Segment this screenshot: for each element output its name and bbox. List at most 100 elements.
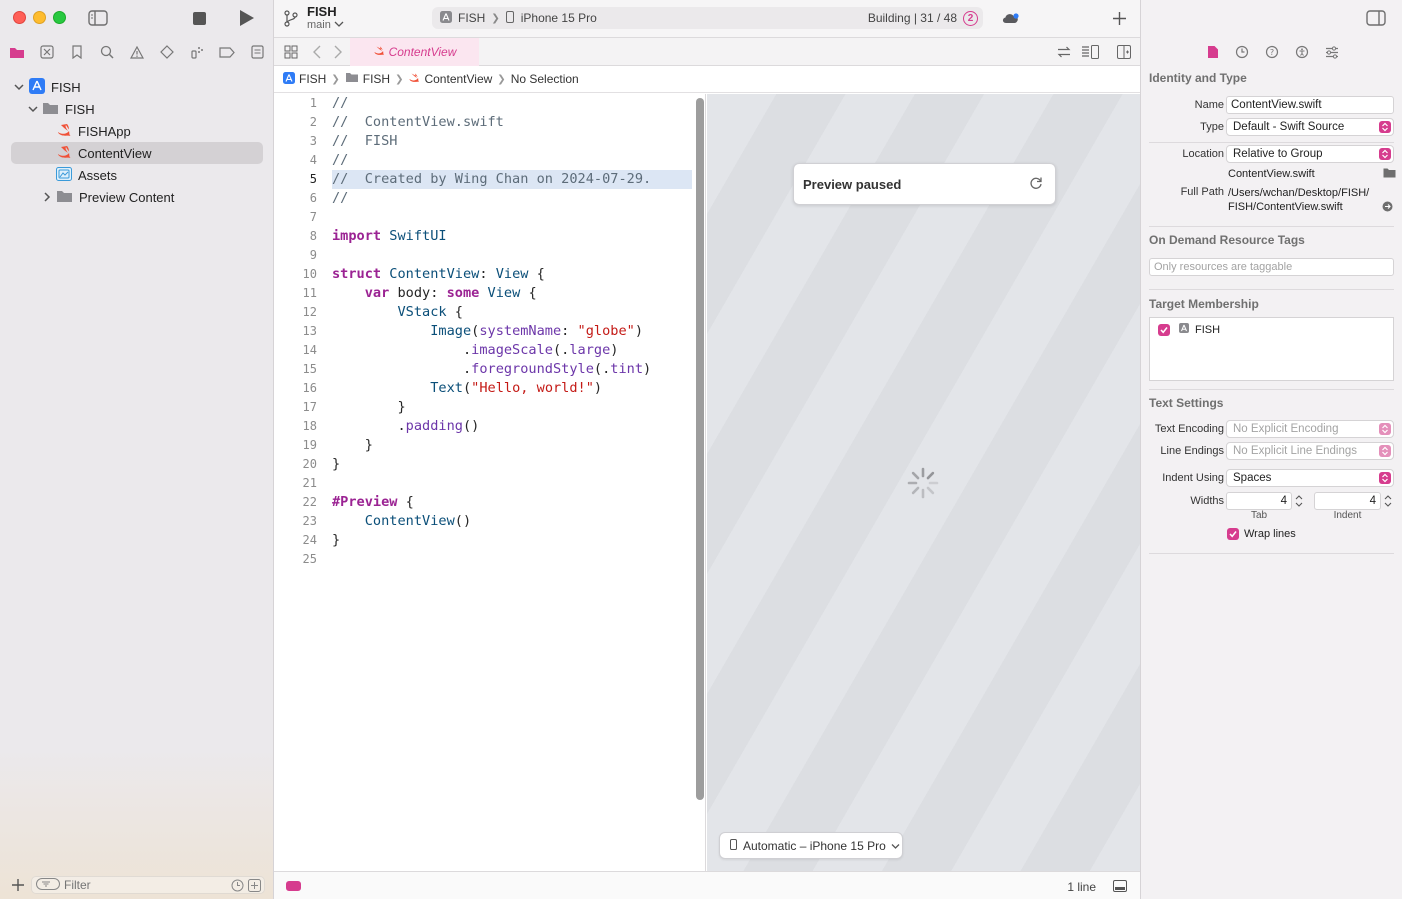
tab-contentview[interactable]: ContentView (350, 38, 479, 66)
add-icon[interactable] (1112, 11, 1126, 25)
odr-tags-field[interactable]: Only resources are taggable (1149, 258, 1394, 276)
jumpbar-group[interactable]: FISH (345, 72, 390, 86)
related-items-icon[interactable] (283, 44, 299, 60)
scheme-selector[interactable]: FISH (458, 11, 485, 25)
swap-icon[interactable] (1056, 45, 1072, 59)
warning-icon[interactable] (128, 43, 146, 61)
tab-width-field[interactable]: 4 (1226, 492, 1292, 510)
indent-width-stepper-icon[interactable] (1383, 492, 1393, 510)
chevron-down-icon[interactable] (28, 104, 38, 114)
code-line[interactable]: 20} (274, 455, 705, 474)
filter-field[interactable] (31, 876, 265, 894)
jumpbar-symbol[interactable]: No Selection (511, 72, 579, 86)
code-line[interactable]: 10 struct ContentView: View { (274, 265, 705, 284)
source-control-icon[interactable] (38, 43, 56, 61)
checkmark-icon[interactable] (1158, 323, 1170, 336)
editor-scrollbar[interactable] (696, 98, 704, 800)
run-button[interactable] (238, 10, 254, 26)
destination-selector[interactable]: iPhone 15 Pro (521, 11, 597, 25)
forward-arrow-icon[interactable] (332, 44, 344, 60)
window-close-button[interactable] (13, 11, 26, 24)
code-line[interactable]: 17 } (274, 398, 705, 417)
jumpbar-project[interactable]: FISH (283, 71, 326, 87)
tree-item-project[interactable]: FISH (14, 76, 264, 98)
code-line[interactable]: 22 #Preview { (274, 493, 705, 512)
project-name[interactable]: FISH (307, 4, 337, 19)
tree-item-group-collapsed[interactable]: Preview Content (42, 186, 264, 208)
code-line[interactable]: 16 Text("Hello, world!") (274, 379, 705, 398)
stop-button[interactable] (192, 11, 206, 25)
code-line[interactable]: 1 // (274, 94, 705, 113)
code-line[interactable]: 3 // FISH (274, 132, 705, 151)
text-encoding-popup[interactable]: No Explicit Encoding (1226, 420, 1394, 438)
refresh-icon[interactable] (1029, 176, 1043, 193)
source-editor[interactable]: 1 // 2 // ContentView.swift 3 // FISH 4 // 5 // C… (274, 94, 706, 871)
debug-area-toggle-icon[interactable] (1112, 879, 1128, 893)
code-line[interactable]: 25 (274, 550, 705, 569)
cloud-icon[interactable] (1001, 10, 1021, 26)
accessibility-inspector-icon[interactable] (1293, 43, 1311, 61)
code-line[interactable]: 8 import SwiftUI (274, 227, 705, 246)
search-icon[interactable] (98, 43, 116, 61)
preview-device-selector[interactable]: Automatic – iPhone 15 Pro (719, 832, 903, 859)
checkmark-icon[interactable] (1227, 528, 1239, 540)
indent-using-popup[interactable]: Spaces (1226, 469, 1394, 487)
code-line[interactable]: 14 .imageScale(.large) (274, 341, 705, 360)
code-line[interactable]: 6 // (274, 189, 705, 208)
code-line[interactable]: 18 .padding() (274, 417, 705, 436)
back-arrow-icon[interactable] (311, 44, 323, 60)
filter-input[interactable] (64, 878, 214, 892)
code-line[interactable]: 24} (274, 531, 705, 550)
breakpoint-tag-icon[interactable] (286, 881, 301, 891)
file-name-field[interactable]: ContentView.swift (1226, 96, 1394, 114)
window-minimize-button[interactable] (33, 11, 46, 24)
attributes-inspector-icon[interactable] (1323, 43, 1341, 61)
tree-item-file[interactable]: FISHApp (56, 120, 264, 142)
tree-item-group[interactable]: FISH (28, 98, 264, 120)
code-line[interactable]: 4 // (274, 151, 705, 170)
code-line[interactable]: 9 (274, 246, 705, 265)
editor-options-icon[interactable] (1080, 44, 1100, 60)
code-line[interactable]: 2 // ContentView.swift (274, 113, 705, 132)
folder-icon[interactable] (8, 43, 26, 61)
file-type-popup[interactable]: Default - Swift Source (1226, 118, 1394, 136)
tree-item-assets[interactable]: Assets (56, 164, 264, 186)
source-control-filter-icon[interactable] (248, 879, 261, 895)
file-inspector-icon[interactable] (1204, 43, 1222, 61)
choose-folder-icon[interactable] (1382, 167, 1396, 179)
history-inspector-icon[interactable] (1233, 43, 1251, 61)
tab-width-stepper-icon[interactable] (1294, 492, 1304, 510)
recent-files-icon[interactable] (231, 879, 244, 895)
chevron-right-icon[interactable] (42, 192, 52, 202)
code-line[interactable]: 5 // Created by Wing Chan on 2024-07-29. (274, 170, 705, 189)
chevron-down-icon[interactable] (14, 82, 24, 92)
wrap-lines-row[interactable]: Wrap lines (1227, 528, 1296, 540)
indent-width-field[interactable]: 4 (1314, 492, 1381, 510)
filter-options-icon[interactable] (36, 877, 60, 893)
code-line[interactable]: 15 .foregroundStyle(.tint) (274, 360, 705, 379)
sidebar-toggle-icon[interactable] (87, 9, 109, 27)
code-line[interactable]: 23 ContentView() (274, 512, 705, 531)
branch-selector[interactable]: main (307, 19, 344, 31)
bookmark-icon[interactable] (68, 43, 86, 61)
code-line[interactable]: 11 var body: some View { (274, 284, 705, 303)
code-line[interactable]: 12 VStack { (274, 303, 705, 322)
help-inspector-icon[interactable]: ? (1263, 43, 1281, 61)
debug-spray-icon[interactable] (188, 43, 206, 61)
line-endings-popup[interactable]: No Explicit Line Endings (1226, 442, 1394, 460)
test-diamond-icon[interactable] (158, 43, 176, 61)
split-editor-icon[interactable] (1116, 44, 1132, 60)
code-line[interactable]: 13 Image(systemName: "globe") (274, 322, 705, 341)
breakpoint-icon[interactable] (218, 43, 236, 61)
target-row[interactable]: FISH (1158, 323, 1220, 336)
jumpbar-file[interactable]: ContentView (408, 72, 492, 86)
inspector-toggle-icon[interactable] (1365, 9, 1387, 27)
issue-count-badge[interactable]: 2 (963, 10, 978, 26)
reveal-in-finder-icon[interactable] (1381, 200, 1393, 212)
code-line[interactable]: 21 (274, 474, 705, 493)
tree-item-file-selected[interactable]: ContentView (11, 142, 263, 164)
code-line[interactable]: 7 (274, 208, 705, 227)
location-popup[interactable]: Relative to Group (1226, 145, 1394, 163)
add-icon[interactable] (11, 878, 25, 892)
window-zoom-button[interactable] (53, 11, 66, 24)
